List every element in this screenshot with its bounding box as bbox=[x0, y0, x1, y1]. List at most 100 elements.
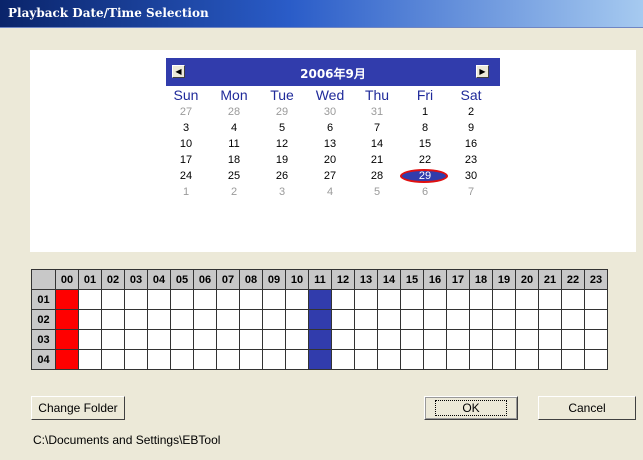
row-header[interactable]: 03 bbox=[31, 329, 56, 350]
hour-header[interactable]: 07 bbox=[216, 269, 240, 290]
hour-header[interactable]: 04 bbox=[147, 269, 171, 290]
schedule-cell[interactable] bbox=[538, 349, 562, 370]
schedule-cell[interactable] bbox=[354, 349, 378, 370]
hour-header[interactable]: 12 bbox=[331, 269, 355, 290]
schedule-cell[interactable] bbox=[101, 309, 125, 330]
day-cell[interactable]: 18 bbox=[214, 152, 254, 168]
day-cell[interactable]: 20 bbox=[310, 152, 350, 168]
schedule-cell[interactable] bbox=[308, 349, 332, 370]
schedule-cell[interactable] bbox=[538, 329, 562, 350]
schedule-cell[interactable] bbox=[377, 349, 401, 370]
day-cell[interactable]: 8 bbox=[405, 120, 445, 136]
schedule-cell[interactable] bbox=[561, 349, 585, 370]
day-cell[interactable]: 28 bbox=[357, 168, 397, 184]
hour-header[interactable]: 03 bbox=[124, 269, 148, 290]
hour-header[interactable]: 21 bbox=[538, 269, 562, 290]
schedule-cell[interactable] bbox=[101, 289, 125, 310]
schedule-cell[interactable] bbox=[400, 289, 424, 310]
schedule-cell[interactable] bbox=[308, 289, 332, 310]
schedule-cell[interactable] bbox=[308, 309, 332, 330]
day-cell[interactable]: 5 bbox=[262, 120, 302, 136]
schedule-cell[interactable] bbox=[101, 329, 125, 350]
day-cell[interactable]: 6 bbox=[310, 120, 350, 136]
schedule-cell[interactable] bbox=[216, 289, 240, 310]
day-cell[interactable]: 19 bbox=[262, 152, 302, 168]
schedule-cell[interactable] bbox=[55, 309, 79, 330]
schedule-cell[interactable] bbox=[331, 329, 355, 350]
schedule-cell[interactable] bbox=[193, 309, 217, 330]
hour-header[interactable]: 20 bbox=[515, 269, 539, 290]
cancel-button[interactable]: Cancel bbox=[538, 396, 636, 420]
schedule-cell[interactable] bbox=[78, 329, 102, 350]
schedule-cell[interactable] bbox=[308, 329, 332, 350]
day-cell[interactable]: 21 bbox=[357, 152, 397, 168]
schedule-cell[interactable] bbox=[331, 349, 355, 370]
day-cell[interactable]: 6 bbox=[405, 184, 445, 200]
schedule-cell[interactable] bbox=[285, 329, 309, 350]
schedule-cell[interactable] bbox=[239, 349, 263, 370]
hour-header[interactable]: 00 bbox=[55, 269, 79, 290]
hour-header[interactable]: 14 bbox=[377, 269, 401, 290]
day-cell[interactable]: 27 bbox=[166, 104, 206, 120]
schedule-cell[interactable] bbox=[400, 309, 424, 330]
schedule-cell[interactable] bbox=[469, 309, 493, 330]
schedule-cell[interactable] bbox=[55, 349, 79, 370]
schedule-cell[interactable] bbox=[170, 309, 194, 330]
schedule-cell[interactable] bbox=[354, 289, 378, 310]
day-cell[interactable]: 2 bbox=[214, 184, 254, 200]
day-cell[interactable]: 26 bbox=[262, 168, 302, 184]
schedule-cell[interactable] bbox=[561, 309, 585, 330]
schedule-cell[interactable] bbox=[170, 349, 194, 370]
day-cell[interactable]: 22 bbox=[405, 152, 445, 168]
hour-header[interactable]: 23 bbox=[584, 269, 608, 290]
schedule-cell[interactable] bbox=[262, 349, 286, 370]
day-cell[interactable]: 29 bbox=[262, 104, 302, 120]
schedule-cell[interactable] bbox=[170, 289, 194, 310]
schedule-cell[interactable] bbox=[354, 329, 378, 350]
day-cell[interactable]: 4 bbox=[214, 120, 254, 136]
schedule-cell[interactable] bbox=[354, 309, 378, 330]
schedule-cell[interactable] bbox=[147, 309, 171, 330]
schedule-cell[interactable] bbox=[377, 329, 401, 350]
schedule-cell[interactable] bbox=[124, 309, 148, 330]
day-cell[interactable]: 7 bbox=[451, 184, 491, 200]
schedule-cell[interactable] bbox=[492, 329, 516, 350]
day-cell[interactable]: 1 bbox=[405, 104, 445, 120]
schedule-cell[interactable] bbox=[193, 289, 217, 310]
schedule-cell[interactable] bbox=[423, 329, 447, 350]
day-cell[interactable]: 10 bbox=[166, 136, 206, 152]
schedule-cell[interactable] bbox=[377, 309, 401, 330]
schedule-cell[interactable] bbox=[400, 329, 424, 350]
schedule-cell[interactable] bbox=[124, 349, 148, 370]
day-cell[interactable]: 1 bbox=[166, 184, 206, 200]
schedule-cell[interactable] bbox=[147, 329, 171, 350]
hour-header[interactable]: 19 bbox=[492, 269, 516, 290]
day-cell[interactable]: 30 bbox=[310, 104, 350, 120]
schedule-cell[interactable] bbox=[239, 309, 263, 330]
schedule-cell[interactable] bbox=[262, 329, 286, 350]
day-cell[interactable]: 25 bbox=[214, 168, 254, 184]
schedule-cell[interactable] bbox=[285, 289, 309, 310]
day-cell[interactable]: 30 bbox=[451, 168, 491, 184]
schedule-cell[interactable] bbox=[538, 289, 562, 310]
day-cell[interactable]: 23 bbox=[451, 152, 491, 168]
schedule-cell[interactable] bbox=[492, 309, 516, 330]
schedule-cell[interactable] bbox=[377, 289, 401, 310]
day-cell[interactable]: 15 bbox=[405, 136, 445, 152]
hour-header[interactable]: 13 bbox=[354, 269, 378, 290]
schedule-cell[interactable] bbox=[584, 289, 608, 310]
hour-header[interactable]: 22 bbox=[561, 269, 585, 290]
hour-header[interactable]: 08 bbox=[239, 269, 263, 290]
schedule-cell[interactable] bbox=[515, 309, 539, 330]
hour-header[interactable]: 17 bbox=[446, 269, 470, 290]
schedule-cell[interactable] bbox=[492, 289, 516, 310]
day-cell[interactable]: 14 bbox=[357, 136, 397, 152]
hour-header[interactable]: 05 bbox=[170, 269, 194, 290]
schedule-cell[interactable] bbox=[331, 309, 355, 330]
schedule-cell[interactable] bbox=[124, 329, 148, 350]
schedule-cell[interactable] bbox=[101, 349, 125, 370]
day-cell[interactable]: 2 bbox=[451, 104, 491, 120]
hour-header[interactable]: 09 bbox=[262, 269, 286, 290]
schedule-cell[interactable] bbox=[469, 349, 493, 370]
schedule-cell[interactable] bbox=[469, 329, 493, 350]
